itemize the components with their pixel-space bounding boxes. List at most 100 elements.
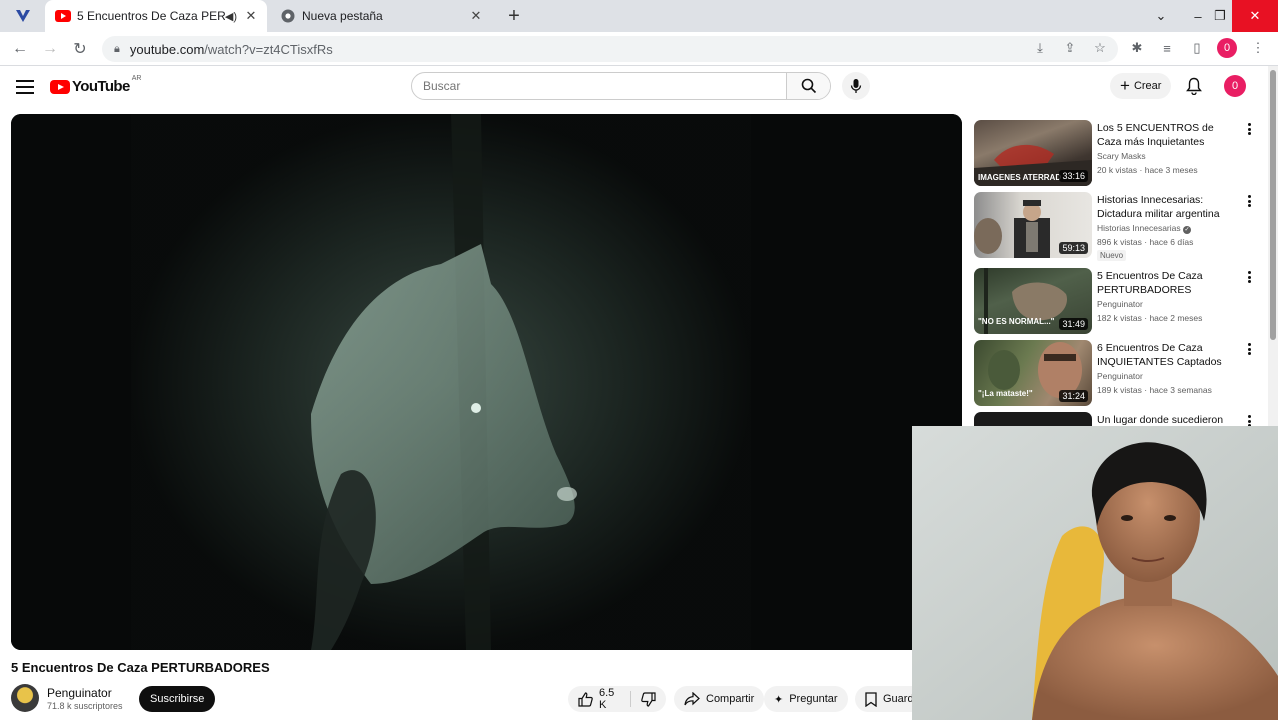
video-thumbnail[interactable]: "NO ES NORMAL..." 31:49 (974, 268, 1092, 334)
like-dislike-group: 6.5 K (568, 686, 666, 712)
channel-name[interactable]: Scary Masks (1097, 151, 1146, 161)
subscriber-count: 71.8 k suscriptores (47, 701, 123, 711)
recommendation-item[interactable]: IMAGENES ATERRAD 33:16 Los 5 ENCUENTROS … (974, 120, 1264, 186)
channel-name[interactable]: Penguinator (1097, 299, 1143, 309)
install-app-icon[interactable]: ⤓ (1029, 37, 1051, 59)
video-title[interactable]: Historias Innecesarias: Dictadura milita… (1097, 193, 1237, 221)
thumbnail-caption: "NO ES NORMAL..." (978, 317, 1055, 326)
webcam-image (912, 426, 1278, 720)
video-thumbnail[interactable]: IMAGENES ATERRAD 33:16 (974, 120, 1092, 186)
video-meta: 189 k vistas · hace 3 semanas (1097, 385, 1212, 395)
more-options-icon[interactable] (1244, 194, 1254, 208)
menu-icon[interactable] (16, 78, 34, 96)
video-title[interactable]: 6 Encuentros De Caza INQUIETANTES Captad… (1097, 341, 1237, 369)
search-button[interactable] (786, 73, 830, 99)
tab-youtube[interactable]: 5 Encuentros De Caza PERTURBADORES ◀) ✕ (45, 0, 267, 32)
lock-icon[interactable]: 🔒︎ (114, 43, 120, 56)
more-options-icon[interactable] (1244, 414, 1254, 426)
extensions-icon[interactable]: ✱ (1126, 37, 1148, 59)
url-text: youtube.com/watch?v=zt4CTisxfRs (129, 41, 333, 57)
channel-name[interactable]: Penguinator (1097, 371, 1143, 381)
chrome-favicon-icon (280, 8, 296, 24)
sparkle-icon: ✦ (774, 693, 784, 706)
recommendation-item[interactable]: "NO ES NORMAL..." 31:49 5 Encuentros De … (974, 268, 1264, 334)
search-box (411, 72, 831, 100)
dislike-button[interactable] (631, 686, 666, 712)
like-count: 6.5 K (599, 687, 615, 711)
recommendation-item[interactable]: "¡La mataste!" 31:24 6 Encuentros De Caz… (974, 340, 1264, 406)
microphone-icon (850, 79, 862, 93)
video-title: 5 Encuentros De Caza PERTURBADORES (11, 660, 270, 675)
back-button[interactable]: ← (8, 37, 32, 61)
youtube-favicon-icon (55, 8, 71, 24)
video-duration: 31:49 (1059, 318, 1088, 330)
reload-button[interactable]: ↻ (68, 37, 92, 61)
video-thumbnail[interactable] (974, 412, 1092, 426)
video-title[interactable]: Un lugar donde sucedieron (1097, 413, 1237, 426)
browser-toolbar: ← → ↻ 🔒︎ youtube.com/watch?v=zt4CTisxfRs… (0, 32, 1278, 66)
video-duration: 59:13 (1059, 242, 1088, 254)
profile-avatar[interactable]: 0 (1217, 38, 1237, 58)
more-options-icon[interactable] (1244, 122, 1254, 136)
video-meta: 20 k vistas · hace 3 meses (1097, 165, 1198, 175)
create-button[interactable]: + Crear (1110, 73, 1172, 99)
browser-logo-icon[interactable] (14, 7, 32, 25)
voice-search-button[interactable] (842, 72, 870, 100)
recommendation-item[interactable]: 59:13 Historias Innecesarias: Dictadura … (974, 192, 1264, 261)
side-panel-icon[interactable]: ▯ (1186, 37, 1208, 59)
tab-close-icon[interactable]: ✕ (468, 8, 484, 24)
like-button[interactable]: 6.5 K (568, 686, 630, 712)
thumbnail-caption: "¡La mataste!" (978, 389, 1033, 398)
tab-audio-icon[interactable]: ◀) (225, 10, 237, 23)
thumbs-up-icon (578, 691, 593, 707)
share-button[interactable]: Compartir (674, 686, 765, 712)
search-icon (801, 78, 816, 94)
share-page-icon[interactable]: ⇪ (1059, 37, 1081, 59)
bookmark-star-icon[interactable]: ☆ (1089, 37, 1111, 59)
account-avatar[interactable]: 0 (1224, 75, 1246, 97)
verified-badge-icon: ✓ (1183, 226, 1191, 234)
webcam-overlay (912, 426, 1278, 720)
search-input[interactable] (412, 73, 786, 99)
video-meta: 182 k vistas · hace 2 meses (1097, 313, 1203, 323)
new-tab-button[interactable]: + (502, 4, 526, 28)
video-duration: 31:24 (1059, 390, 1088, 402)
notifications-bell-icon[interactable] (1184, 76, 1204, 96)
tab-search-icon[interactable]: ⌄ (1143, 0, 1179, 32)
new-badge: Nuevo (1097, 250, 1127, 261)
browser-tab-strip: 5 Encuentros De Caza PERTURBADORES ◀) ✕ … (0, 0, 1278, 32)
video-title[interactable]: Los 5 ENCUENTROS de Caza más Inquietante… (1097, 121, 1237, 149)
more-options-icon[interactable] (1244, 270, 1254, 284)
channel-name[interactable]: Historias Innecesarias ✓ (1097, 223, 1191, 234)
youtube-logo[interactable]: YouTube AR (50, 75, 141, 95)
video-frame-image (11, 114, 962, 650)
youtube-header: YouTube AR + Crear 0 (0, 66, 1268, 110)
forward-button[interactable]: → (38, 37, 62, 61)
address-bar[interactable]: 🔒︎ youtube.com/watch?v=zt4CTisxfRs (102, 36, 1118, 62)
video-thumbnail[interactable]: 59:13 (974, 192, 1092, 258)
save-playlist-icon (865, 691, 877, 707)
video-meta: 896 k vistas · hace 6 días (1097, 237, 1194, 247)
thumbnail-caption: IMAGENES ATERRAD (978, 173, 1062, 182)
channel-name[interactable]: Penguinator (47, 686, 112, 700)
close-window-button[interactable]: ✕ (1232, 0, 1278, 32)
ask-button[interactable]: ✦ Preguntar (764, 686, 848, 712)
scrollbar-thumb[interactable] (1270, 70, 1276, 340)
subscribe-button[interactable]: Suscribirse (139, 686, 216, 712)
video-thumbnail[interactable]: "¡La mataste!" 31:24 (974, 340, 1092, 406)
tab-new-tab[interactable]: Nueva pestaña ✕ (270, 0, 492, 32)
tab-close-icon[interactable]: ✕ (243, 8, 259, 24)
media-controls-icon[interactable]: ≡ (1156, 37, 1178, 59)
tab-title: 5 Encuentros De Caza PERTURBADORES (77, 9, 225, 23)
tab-title: Nueva pestaña (302, 9, 383, 23)
browser-menu-icon[interactable]: ⋮ (1247, 37, 1269, 59)
share-icon (684, 692, 700, 706)
video-player[interactable] (11, 114, 962, 650)
recommendation-item[interactable]: Un lugar donde sucedieron (974, 412, 1264, 426)
plus-icon: + (1120, 76, 1130, 95)
video-duration: 33:16 (1059, 170, 1088, 182)
youtube-play-icon (50, 79, 70, 94)
video-title[interactable]: 5 Encuentros De Caza PERTURBADORES (1097, 269, 1237, 297)
more-options-icon[interactable] (1244, 342, 1254, 356)
channel-avatar[interactable] (11, 684, 39, 712)
